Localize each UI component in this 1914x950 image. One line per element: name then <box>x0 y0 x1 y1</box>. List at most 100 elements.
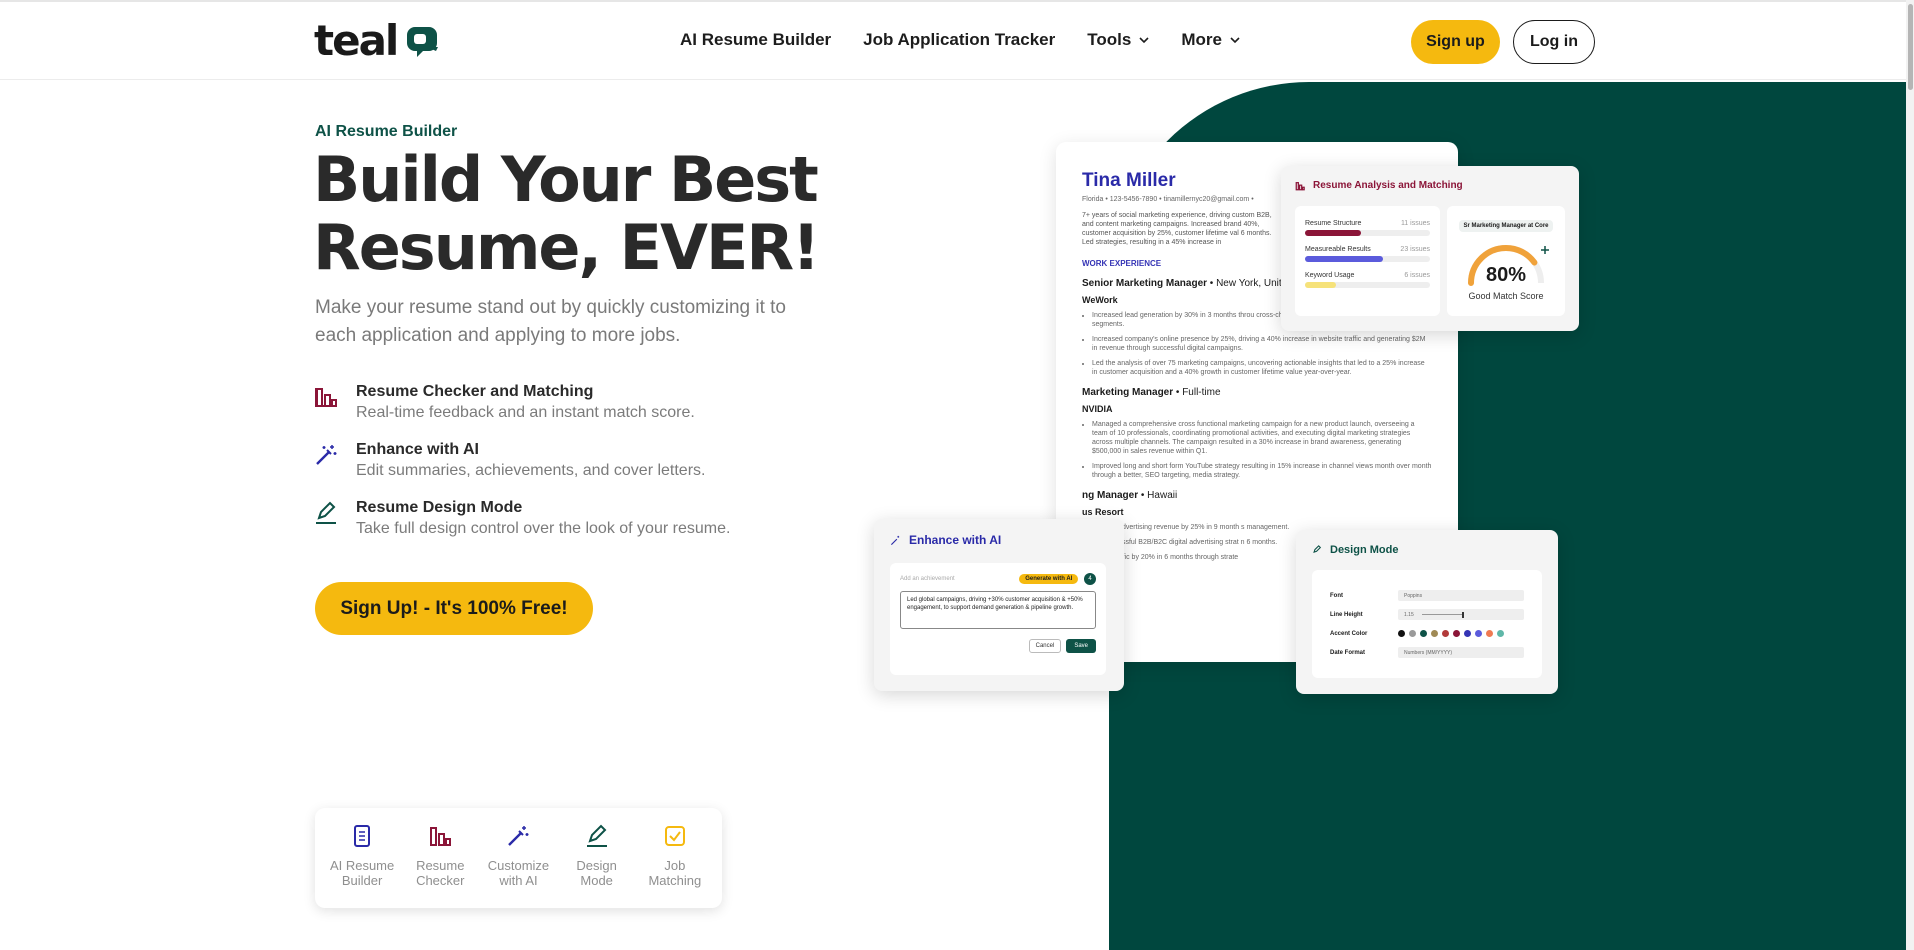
enhance-editor: Add an achievement Generate with AI 4 Le… <box>890 563 1106 675</box>
match-score-gauge: 80% <box>1468 245 1549 286</box>
bar-chart-icon <box>430 827 452 846</box>
hero-title-line: Resume, EVER! <box>313 211 820 284</box>
tab-label: Matching <box>648 873 702 888</box>
resume-company: NVIDIA <box>1082 404 1113 414</box>
logo-wordmark: teal <box>314 16 399 65</box>
color-swatch[interactable] <box>1475 630 1482 637</box>
analysis-row-count: 11 issues <box>1400 220 1430 227</box>
scrollbar-thumb[interactable] <box>1908 4 1913 90</box>
enhance-ai-card: Enhance with AI Add an achievement Gener… <box>874 519 1124 691</box>
login-button[interactable]: Log in <box>1513 20 1595 64</box>
resume-bullet: Increased company's online presence by 2… <box>1092 335 1432 353</box>
feature-title: Resume Checker and Matching <box>356 383 594 400</box>
nav-link-job-tracker[interactable]: Job Application Tracker <box>863 30 1055 50</box>
design-row-date-format: Date Format Numbers (MM/YYYY) <box>1330 643 1524 662</box>
match-score-label: Good Match Score <box>1468 291 1544 301</box>
date-format-select[interactable]: Numbers (MM/YYYY) <box>1398 647 1524 658</box>
color-swatch[interactable] <box>1442 630 1449 637</box>
feature-tabs: AI Resume Builder Resume Checker Customi… <box>315 808 722 908</box>
magic-wand-icon <box>316 445 337 465</box>
design-row-line-height: Line Height 1.15 <box>1330 605 1524 624</box>
chevron-down-icon <box>1139 37 1149 44</box>
tab-ai-resume-builder[interactable]: AI Resume Builder <box>323 824 401 908</box>
analysis-progress-fill <box>1305 282 1337 288</box>
design-mode-card: Design Mode Font Poppins Line Height 1.1… <box>1296 530 1558 694</box>
bar-chart-icon <box>1295 181 1305 190</box>
tab-resume-checker[interactable]: Resume Checker <box>401 824 479 908</box>
design-row-accent-color: Accent Color <box>1330 624 1524 643</box>
generate-with-ai-button[interactable]: Generate with AI <box>1019 574 1079 584</box>
teal-logo[interactable]: teal <box>314 20 441 62</box>
resume-bullets: Managed a comprehensive cross functional… <box>1082 420 1432 480</box>
analysis-row: Measureable Results 23 issues <box>1305 246 1430 262</box>
resume-role-meta: • New York, United <box>1207 278 1293 289</box>
enhance-title-text: Enhance with AI <box>909 533 1002 547</box>
analysis-row: Resume Structure 11 issues <box>1305 220 1430 236</box>
generation-count-badge: 4 <box>1084 573 1096 585</box>
page-scrollbar[interactable] <box>1906 0 1914 950</box>
checkbox-icon <box>664 826 685 846</box>
resume-role-title: ng Manager <box>1082 490 1139 501</box>
tab-design-mode[interactable]: Design Mode <box>558 824 636 908</box>
tab-label: Mode <box>580 873 613 888</box>
line-height-value: 1.15 <box>1404 611 1414 618</box>
feature-title: Enhance with AI <box>356 441 479 458</box>
feature-desc: Take full design control over the look o… <box>356 520 731 537</box>
chevron-down-icon <box>1230 37 1240 44</box>
nav-links: AI Resume Builder Job Application Tracke… <box>680 30 1240 50</box>
color-swatch[interactable] <box>1398 630 1405 637</box>
feature-item: Enhance with AI Edit summaries, achievem… <box>314 440 730 482</box>
analysis-card: Resume Analysis and Matching Resume Stru… <box>1281 166 1579 331</box>
nav-link-ai-resume-builder[interactable]: AI Resume Builder <box>680 30 831 50</box>
font-select[interactable]: Poppins <box>1398 590 1524 601</box>
feature-desc: Real-time feedback and an instant match … <box>356 404 695 421</box>
color-swatch[interactable] <box>1420 630 1427 637</box>
feature-title: Resume Design Mode <box>356 499 523 516</box>
analysis-row: Keyword Usage 6 issues <box>1305 272 1430 288</box>
color-swatch[interactable] <box>1486 630 1493 637</box>
pencil-icon <box>586 824 607 847</box>
hero-eyebrow: AI Resume Builder <box>315 123 458 140</box>
color-swatch[interactable] <box>1497 630 1504 637</box>
cancel-button[interactable]: Cancel <box>1028 639 1062 653</box>
nav-link-tools[interactable]: Tools <box>1087 30 1149 50</box>
nav-link-label: More <box>1181 30 1222 49</box>
hero-title-line: Build Your Best <box>313 143 819 216</box>
resume-role-meta: • Full-time <box>1173 387 1221 398</box>
color-swatch[interactable] <box>1409 630 1416 637</box>
nav-link-label: AI Resume Builder <box>680 30 832 49</box>
signup-free-button[interactable]: Sign Up! - It's 100% Free! <box>315 582 593 635</box>
nav-link-label: Tools <box>1087 30 1132 49</box>
tab-label: AI Resume <box>329 858 395 873</box>
analysis-card-title: Resume Analysis and Matching <box>1295 180 1565 191</box>
line-height-slider[interactable]: 1.15 <box>1398 609 1524 620</box>
analysis-title-text: Resume Analysis and Matching <box>1313 180 1463 191</box>
accent-color-swatches <box>1398 630 1504 637</box>
magic-wand-icon <box>890 535 900 545</box>
color-swatch[interactable] <box>1453 630 1460 637</box>
match-score-value: 80% <box>1486 264 1526 286</box>
analysis-progress-bar <box>1305 256 1430 262</box>
bar-chart-icon <box>315 388 337 407</box>
resume-role: Marketing Manager • Full-time <box>1082 387 1432 398</box>
design-title-text: Design Mode <box>1330 544 1399 556</box>
achievement-textarea[interactable]: Led global campaigns, driving +30% custo… <box>900 591 1096 629</box>
tab-job-matching[interactable]: Job Matching <box>636 824 714 908</box>
feature-list: Resume Checker and Matching Real-time fe… <box>314 382 730 556</box>
resume-bullet: Led the analysis of over 75 marketing ca… <box>1092 359 1432 377</box>
design-row-label: Accent Color <box>1330 630 1368 637</box>
signup-button[interactable]: Sign up <box>1411 20 1500 64</box>
color-swatch[interactable] <box>1464 630 1471 637</box>
pencil-icon <box>316 501 336 524</box>
tab-label: Builder <box>341 873 383 888</box>
tab-customize-with-ai[interactable]: Customize with AI <box>479 824 557 908</box>
nav-link-more[interactable]: More <box>1181 30 1240 50</box>
design-row-font: Font Poppins <box>1330 586 1524 605</box>
save-button[interactable]: Save <box>1066 639 1096 653</box>
color-swatch[interactable] <box>1431 630 1438 637</box>
enhance-card-title: Enhance with AI <box>890 533 1108 547</box>
feature-item: Resume Checker and Matching Real-time fe… <box>314 382 730 424</box>
analysis-progress-fill <box>1305 256 1383 262</box>
tab-label: Resume <box>416 858 465 873</box>
nav-link-label: Job Application Tracker <box>863 30 1056 49</box>
